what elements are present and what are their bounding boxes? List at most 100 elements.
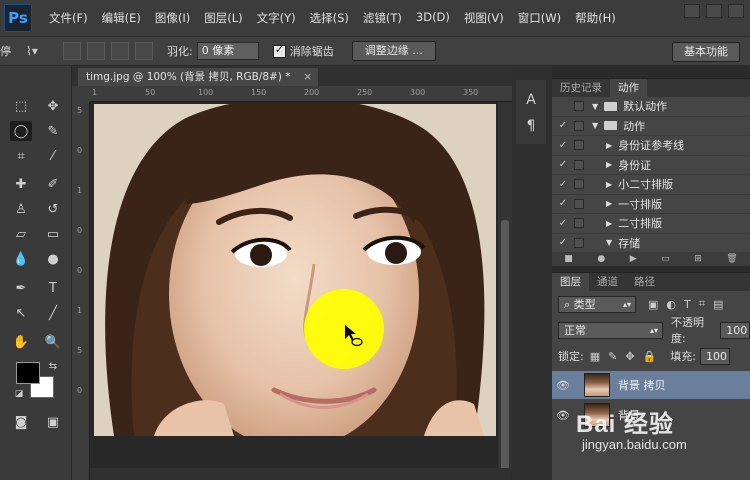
zoom-tool-icon[interactable]: 🔍 [42,332,64,352]
lock-transparency-icon[interactable]: ▦ [590,350,600,363]
action-row[interactable]: ✓ ▼ 存储 [552,234,750,253]
swap-colors-icon[interactable]: ⇆ [42,356,64,376]
dialog-toggle[interactable] [574,140,584,151]
disclosure-collapsed-icon[interactable]: ▶ [606,219,612,228]
intersect-selection-icon[interactable] [135,42,153,60]
quick-mask-icon[interactable]: ◙ [10,412,32,432]
disclosure-expanded-icon[interactable]: ▼ [606,238,612,247]
dialog-toggle[interactable] [574,120,584,131]
menu-item[interactable]: 选择(S) [303,10,356,26]
history-brush-tool-icon[interactable]: ↺ [42,199,64,219]
menu-item[interactable]: 滤镜(T) [356,10,409,26]
tab-paths[interactable]: 路径 [626,273,663,291]
feather-input[interactable]: 0 像素 [196,42,259,60]
lasso-tool-preset-icon[interactable]: ⌇▾ [17,42,47,60]
eraser-tool-icon[interactable]: ▱ [10,224,32,244]
character-panel-icon[interactable]: A [522,92,540,110]
minimize-button[interactable] [684,4,700,18]
adjustment-filter-icon[interactable]: ◐ [666,298,676,311]
record-icon[interactable]: ● [597,254,605,264]
antialias-checkbox[interactable] [272,43,286,58]
dialog-toggle[interactable] [574,179,584,190]
stop-icon[interactable]: ■ [564,254,573,264]
action-row[interactable]: ▼ 默认动作 [552,97,750,117]
type-filter-icon[interactable]: T [684,298,691,311]
document-tab[interactable]: timg.jpg @ 100% (背景 拷贝, RGB/8#) * × [78,68,318,86]
shape-filter-icon[interactable]: ⌗ [699,297,705,311]
menu-item[interactable]: 视图(V) [457,10,511,26]
healing-brush-tool-icon[interactable]: ✚ [10,174,32,194]
type-tool-icon[interactable]: T [42,278,64,298]
action-enabled-check[interactable]: ✓ [552,159,574,170]
pen-tool-icon[interactable]: ✒ [10,278,32,298]
delete-icon[interactable]: 🗑 [726,254,737,264]
menu-item[interactable]: 图层(L) [197,10,249,26]
refine-edge-button[interactable]: 调整边缘 ... [351,41,436,61]
dialog-toggle[interactable] [574,101,584,112]
action-enabled-check[interactable]: ✓ [552,218,574,229]
lock-all-icon[interactable]: 🔒 [643,350,657,363]
new-set-icon[interactable]: ▭ [661,254,670,264]
tab-actions[interactable]: 动作 [610,79,647,97]
lasso-tool-icon[interactable]: ◯ [10,121,32,141]
disclosure-collapsed-icon[interactable]: ▶ [606,199,612,208]
disclosure-expanded-icon[interactable]: ▼ [592,121,598,130]
layer-kind-select[interactable]: ⌕ 类型 ▴▾ [558,295,636,313]
vertical-scrollbar-thumb[interactable] [501,220,509,470]
tab-history[interactable]: 历史记录 [552,79,610,97]
eye-icon[interactable]: 👁 [552,379,574,392]
crop-tool-icon[interactable]: ⌗ [10,146,32,166]
lock-pixels-icon[interactable]: ✎ [608,350,617,363]
brush-tool-icon[interactable]: ✐ [42,174,64,194]
eye-icon[interactable]: 👁 [552,409,574,422]
screen-mode-icon[interactable]: ▣ [42,412,64,432]
vertical-scrollbar[interactable] [498,102,512,472]
tab-channels[interactable]: 通道 [589,273,626,291]
tab-layers[interactable]: 图层 [552,273,589,291]
play-icon[interactable]: ▶ [630,254,637,264]
eyedropper-tool-icon[interactable]: ⁄ [42,146,64,166]
layer-row[interactable]: 👁 背景 拷贝 [552,371,750,399]
gradient-tool-icon[interactable]: ▭ [42,224,64,244]
new-action-icon[interactable]: ⊞ [694,254,702,264]
lock-position-icon[interactable]: ✥ [625,350,634,363]
smart-object-filter-icon[interactable]: ▤ [713,298,723,311]
photo-canvas[interactable] [94,104,496,436]
action-row[interactable]: ✓ ▶ 二寸排版 [552,214,750,234]
opacity-input[interactable]: 100 [720,321,750,339]
blend-mode-select[interactable]: 正常 ▴▾ [558,321,663,339]
dialog-toggle[interactable] [574,159,584,170]
disclosure-expanded-icon[interactable]: ▼ [592,102,598,111]
menu-item[interactable]: 帮助(H) [568,10,623,26]
action-row[interactable]: ✓ ▼ 动作 [552,117,750,136]
action-enabled-check[interactable]: ✓ [552,120,574,131]
action-row[interactable]: ✓ ▶ 小二寸排版 [552,175,750,195]
move-tool-icon[interactable]: ✥ [42,96,64,116]
foreground-color-swatch[interactable] [16,362,40,384]
quick-selection-tool-icon[interactable]: ✎ [42,121,64,141]
menu-item[interactable]: 文字(Y) [250,10,303,26]
path-selection-tool-icon[interactable]: ↖ [10,303,32,323]
disclosure-collapsed-icon[interactable]: ▶ [606,180,612,189]
action-row[interactable]: ✓ ▶ 一寸排版 [552,195,750,214]
action-enabled-check[interactable]: ✓ [552,237,574,248]
clone-stamp-tool-icon[interactable]: ♙ [10,199,32,219]
default-colors-icon[interactable]: ◪ [8,384,30,404]
close-tab-icon[interactable]: × [303,68,312,86]
paragraph-panel-icon[interactable]: ¶ [522,118,540,136]
action-row[interactable]: ✓ ▶ 身份证 [552,156,750,175]
dodge-tool-icon[interactable]: ● [42,249,64,269]
fill-input[interactable]: 100 [699,347,730,365]
menu-item[interactable]: 窗口(W) [511,10,568,26]
dialog-toggle[interactable] [574,237,584,248]
hand-tool-icon[interactable]: ✋ [10,332,32,352]
disclosure-collapsed-icon[interactable]: ▶ [606,141,612,150]
dialog-toggle[interactable] [574,218,584,229]
image-filter-icon[interactable]: ▣ [648,298,658,311]
close-window-button[interactable] [728,4,744,18]
marquee-tool-icon[interactable]: ⬚ [10,96,32,116]
dialog-toggle[interactable] [574,198,584,209]
subtract-from-selection-icon[interactable] [111,42,129,60]
add-to-selection-icon[interactable] [87,42,105,60]
maximize-button[interactable] [706,4,722,18]
